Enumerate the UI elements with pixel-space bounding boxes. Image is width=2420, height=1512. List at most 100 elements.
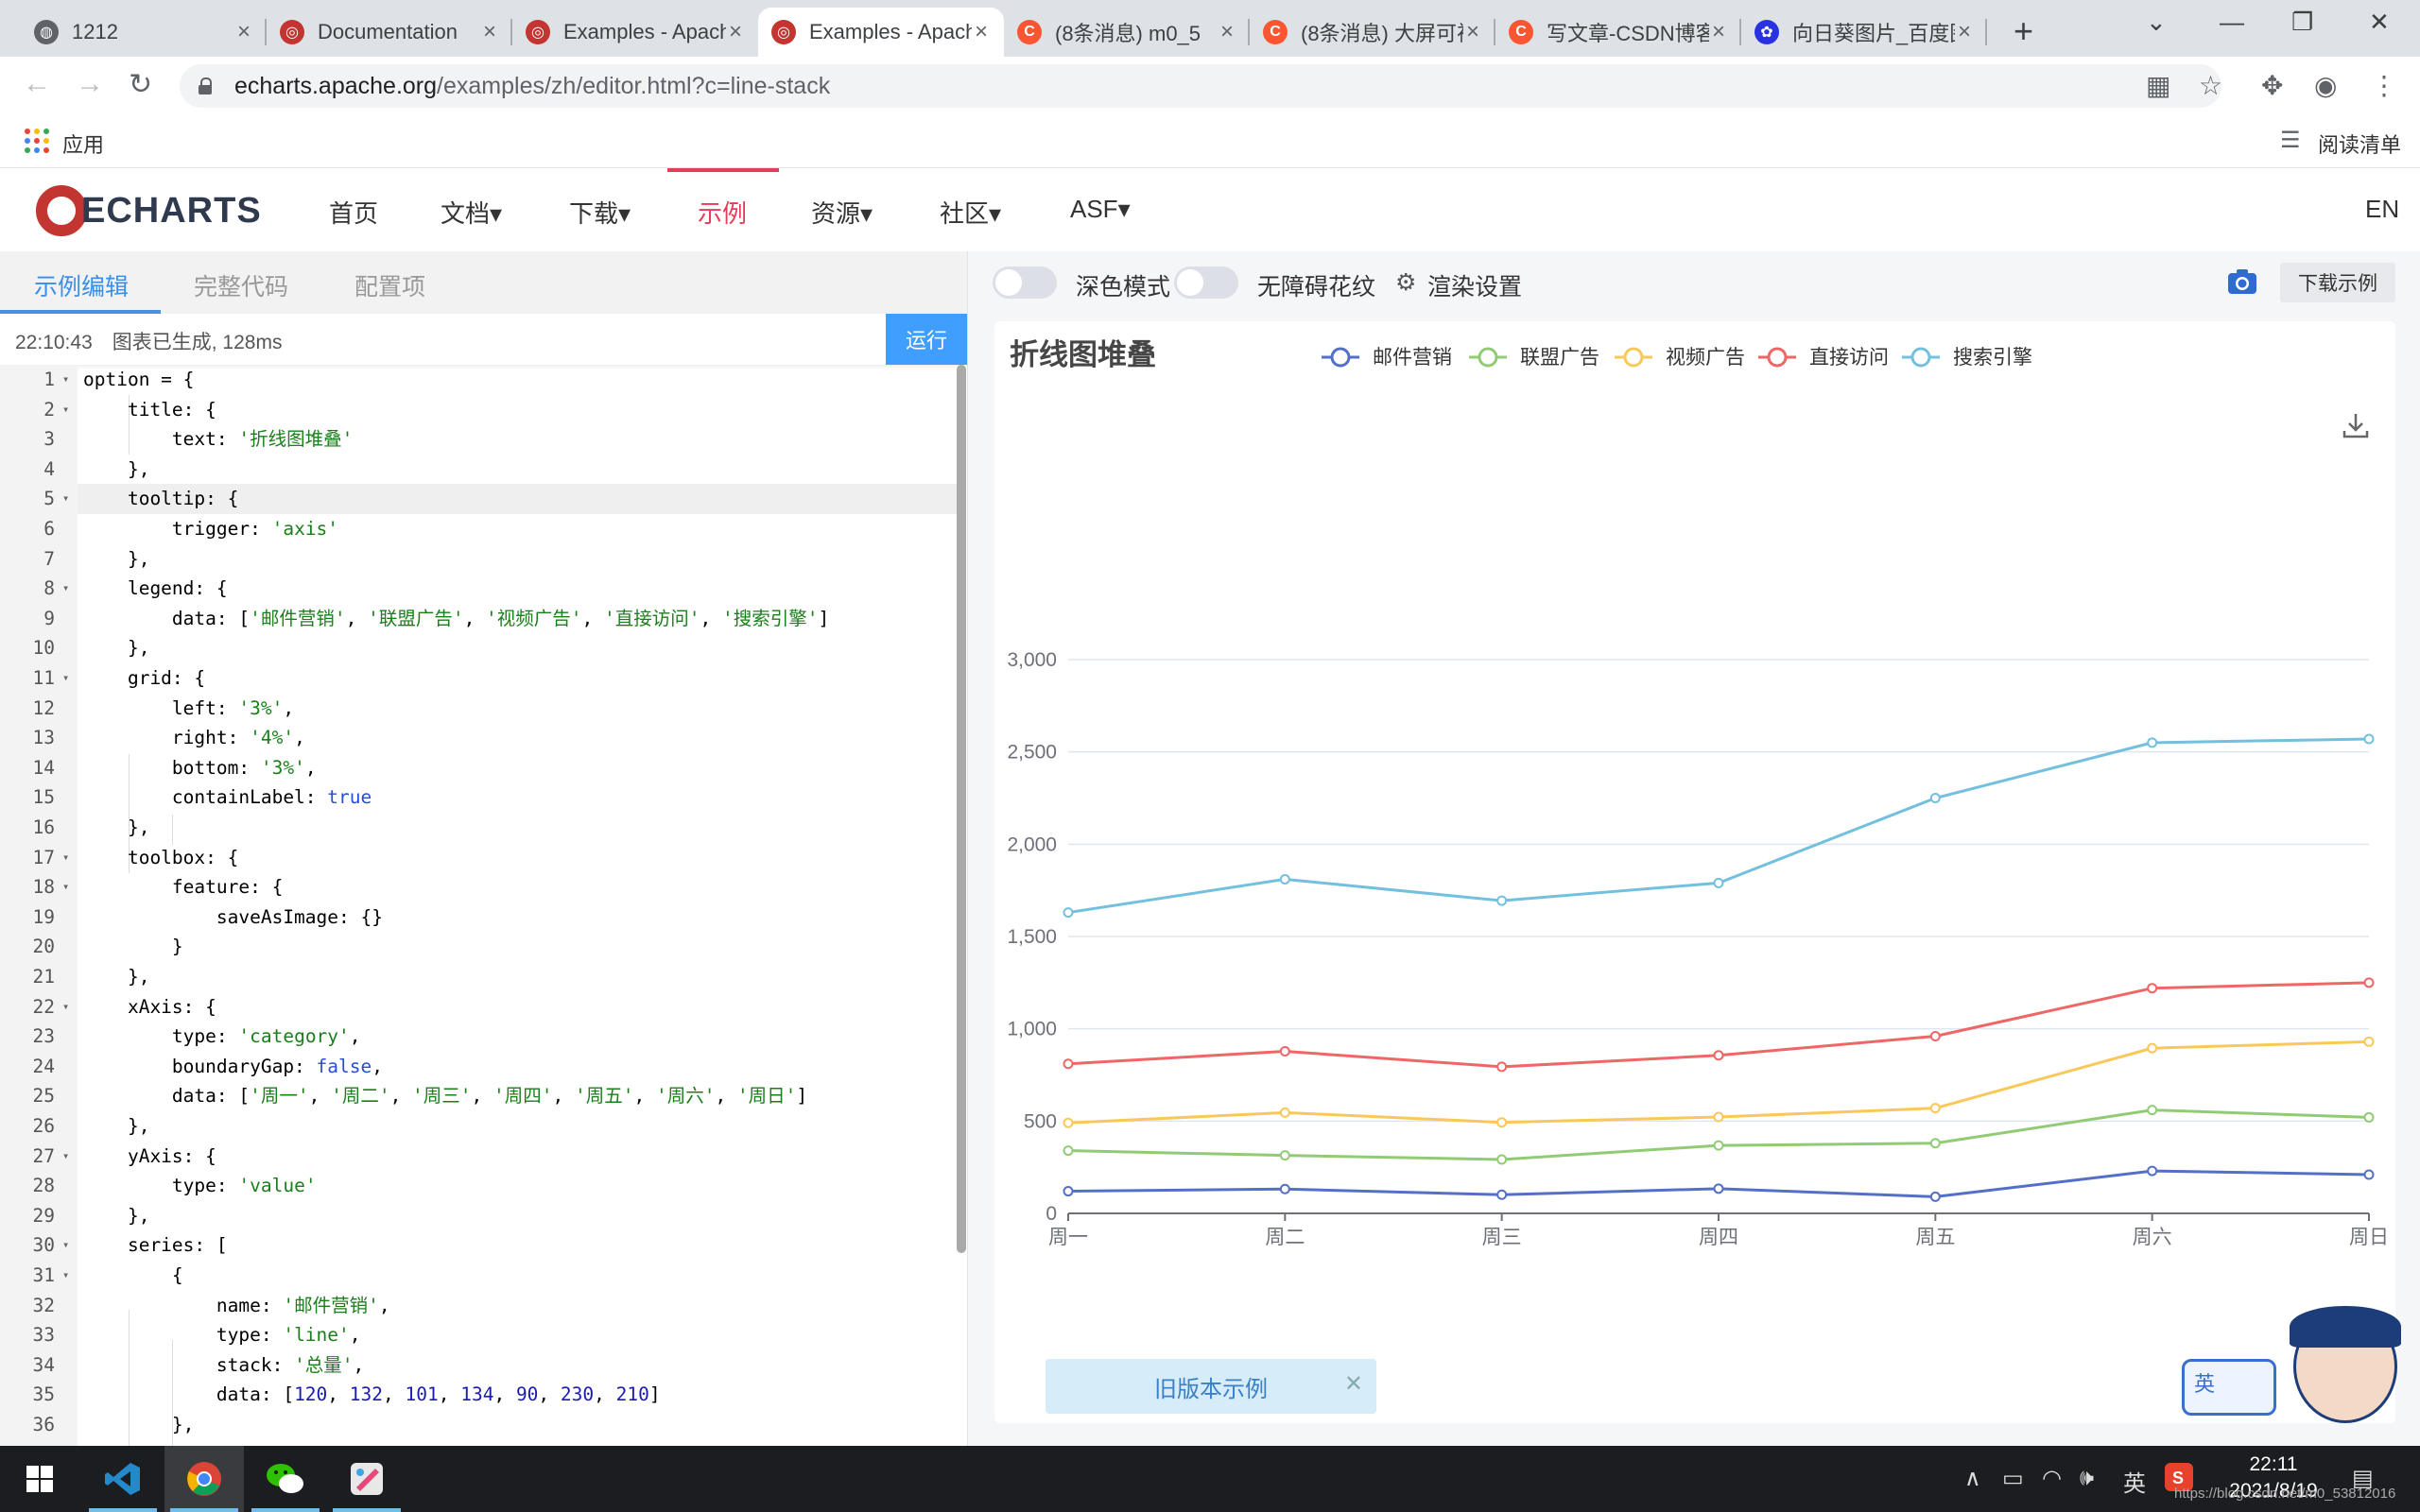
code-line[interactable]: 16 },	[0, 813, 959, 843]
tab-options[interactable]: 配置项	[354, 268, 425, 302]
browser-tab[interactable]: ✿ 向日葵图片_百度图片×	[1741, 8, 1987, 57]
code-line[interactable]: 34 stack: '总量',	[0, 1349, 959, 1381]
browser-tab[interactable]: ◍ 1212 ×	[21, 8, 267, 57]
code-line[interactable]: 20 }	[0, 932, 959, 962]
render-settings-button[interactable]: 渲染设置	[1427, 268, 1522, 302]
new-tab-icon[interactable]: +	[2014, 11, 2033, 51]
code-line[interactable]: 9 data: ['邮件营销', '联盟广告', '视频广告', '直接访问',…	[0, 603, 959, 634]
data-point[interactable]	[1929, 1138, 1941, 1149]
old-version-banner[interactable]: 旧版本示例 ✕	[1046, 1359, 1376, 1414]
screenshot-icon[interactable]	[2227, 268, 2257, 300]
fold-toggle-icon[interactable]: ▾	[62, 843, 69, 873]
battery-icon[interactable]: ▭	[2002, 1465, 2024, 1492]
fold-toggle-icon[interactable]: ▾	[62, 1230, 69, 1261]
legend-item[interactable]: 搜索引擎	[1902, 347, 2032, 369]
data-point[interactable]	[1496, 1189, 1508, 1200]
data-point[interactable]	[1929, 1191, 1941, 1202]
minimize-icon[interactable]: —	[2220, 8, 2244, 37]
wechat-icon[interactable]	[246, 1446, 325, 1512]
data-point[interactable]	[1279, 1183, 1290, 1194]
fold-toggle-icon[interactable]: ▾	[62, 365, 69, 395]
data-point[interactable]	[1929, 1030, 1941, 1041]
close-tab-icon[interactable]: ×	[1709, 19, 1728, 45]
ime-indicator[interactable]: 英	[2123, 1465, 2146, 1498]
fold-toggle-icon[interactable]: ▾	[62, 872, 69, 902]
code-line[interactable]: 35 data: [120, 132, 101, 134, 90, 230, 2…	[0, 1380, 959, 1410]
browser-tab[interactable]: C (8条消息) 大屏可视化×	[1250, 8, 1495, 57]
paint-app-icon[interactable]	[327, 1446, 406, 1512]
menu-icon[interactable]: ⋮	[2371, 70, 2397, 101]
legend-item[interactable]: 视频广告	[1615, 347, 1745, 369]
data-point[interactable]	[2363, 977, 2375, 988]
code-line[interactable]: 1 ▾ option = {	[0, 365, 959, 395]
code-line[interactable]: 29 },	[0, 1200, 959, 1231]
data-point[interactable]	[1713, 1183, 1724, 1194]
nav-item[interactable]: 社区▾	[940, 195, 1001, 230]
code-line[interactable]: 24 boundaryGap: false,	[0, 1051, 959, 1082]
fold-toggle-icon[interactable]: ▾	[62, 992, 69, 1022]
code-line[interactable]: 27 ▾ yAxis: {	[0, 1141, 959, 1172]
run-button[interactable]: 运行	[886, 314, 967, 365]
volume-icon[interactable]: 🕪	[2080, 1465, 2094, 1491]
fold-toggle-icon[interactable]: ▾	[62, 1142, 69, 1172]
data-point[interactable]	[1063, 1117, 1074, 1128]
dark-mode-toggle[interactable]	[993, 266, 1057, 299]
back-icon[interactable]: ←	[23, 68, 51, 100]
browser-tab[interactable]: ◎ Examples - Apache ECharts×	[512, 8, 758, 57]
tab-full-code[interactable]: 完整代码	[194, 268, 288, 302]
code-line[interactable]: 12 left: '3%',	[0, 693, 959, 724]
mascot-widget[interactable]: 英	[2180, 1306, 2414, 1438]
data-point[interactable]	[1279, 873, 1290, 885]
data-point[interactable]	[1279, 1045, 1290, 1057]
save-as-image-icon[interactable]	[2342, 414, 2369, 438]
legend-item[interactable]: 直接访问	[1758, 347, 1889, 369]
code-line[interactable]: 36 },	[0, 1410, 959, 1440]
profile-icon[interactable]: ◉	[2314, 70, 2337, 101]
code-line[interactable]: 18 ▾ feature: {	[0, 872, 959, 902]
code-line[interactable]: 3 text: '折线图堆叠'	[0, 424, 959, 455]
apps-icon[interactable]	[25, 129, 49, 153]
data-point[interactable]	[2147, 1042, 2158, 1054]
data-point[interactable]	[1063, 1186, 1074, 1197]
code-line[interactable]: 21 },	[0, 962, 959, 992]
nav-item[interactable]: 首页	[329, 195, 378, 230]
close-tab-icon[interactable]: ×	[1463, 19, 1482, 45]
data-point[interactable]	[1496, 1061, 1508, 1073]
code-line[interactable]: 30 ▾ series: [	[0, 1230, 959, 1261]
data-point[interactable]	[1279, 1107, 1290, 1118]
data-point[interactable]	[1496, 1154, 1508, 1165]
code-line[interactable]: 14 bottom: '3%',	[0, 752, 959, 783]
code-line[interactable]: 25 data: ['周一', '周二', '周三', '周四', '周五', …	[0, 1081, 959, 1111]
data-point[interactable]	[2147, 1165, 2158, 1177]
nav-item[interactable]: ASF▾	[1070, 195, 1131, 224]
language-switch[interactable]: EN	[2365, 195, 2399, 224]
code-line[interactable]: 4 },	[0, 454, 959, 485]
data-point[interactable]	[2147, 737, 2158, 748]
data-point[interactable]	[1496, 895, 1508, 906]
reload-icon[interactable]: ↻	[129, 68, 152, 101]
reading-list-icon[interactable]: ☰	[2280, 127, 2301, 154]
close-icon[interactable]: ✕	[1344, 1370, 1363, 1398]
close-tab-icon[interactable]: ×	[480, 19, 499, 45]
code-line[interactable]: 31 ▾ {	[0, 1261, 959, 1291]
data-point[interactable]	[1929, 1103, 1941, 1114]
code-line[interactable]: 19 saveAsImage: {}	[0, 902, 959, 933]
windows-start-icon[interactable]	[0, 1446, 79, 1512]
data-point[interactable]	[1929, 793, 1941, 803]
show-hidden-icons[interactable]: ∧	[1964, 1465, 1981, 1492]
data-point[interactable]	[2363, 1169, 2375, 1180]
close-tab-icon[interactable]: ×	[972, 19, 991, 45]
data-point[interactable]	[1713, 1111, 1724, 1123]
data-point[interactable]	[1713, 877, 1724, 888]
code-line[interactable]: 17 ▾ toolbox: {	[0, 842, 959, 873]
browser-tab[interactable]: C (8条消息) m0_5 ×	[1004, 8, 1250, 57]
fold-toggle-icon[interactable]: ▾	[62, 663, 69, 694]
code-line[interactable]: 2 ▾ title: {	[0, 394, 959, 425]
data-point[interactable]	[2363, 1036, 2375, 1047]
apps-bookmark[interactable]: 应用	[62, 129, 104, 159]
code-line[interactable]: 13 right: '4%',	[0, 723, 959, 753]
code-line[interactable]: 32 name: '邮件营销',	[0, 1290, 959, 1321]
nav-item[interactable]: 下载▾	[569, 195, 631, 230]
data-point[interactable]	[2363, 733, 2375, 745]
code-line[interactable]: 5 ▾ tooltip: {	[0, 484, 959, 514]
